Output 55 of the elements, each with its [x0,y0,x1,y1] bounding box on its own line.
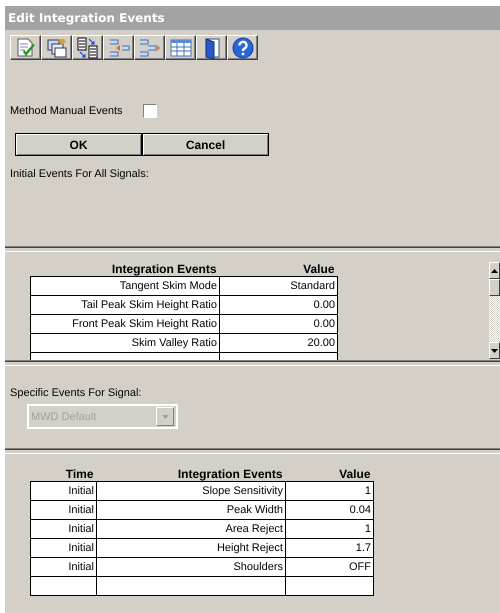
table-cell: 0.00 [220,296,338,314]
table-cell: 1 [286,482,374,500]
toolbar-button[interactable] [196,35,227,60]
table-cell: Slope Sensitivity [96,482,286,500]
grid-icon [170,36,192,58]
table-cell: Height Reject [96,538,286,558]
expand-icon [138,36,160,58]
column-header: Value [286,467,374,482]
table-cell: Shoulders [96,558,286,576]
copy-icon [46,36,68,58]
toolbar-button[interactable] [165,35,196,60]
table-cell: Initial [30,482,96,500]
dropdown-arrow-icon [162,414,168,418]
table-cell: Initial [30,520,96,538]
column-header: Value [220,262,338,276]
table-cell: 0.04 [286,500,374,520]
scroll-down-icon [491,348,498,352]
column-header: Integration Events [30,262,220,276]
help-icon [232,36,254,58]
table-cell: OFF [286,558,374,576]
checkbox[interactable] [142,104,157,118]
toolbar-button[interactable] [103,35,134,60]
column-header: Time [30,467,96,482]
toolbar-button[interactable] [10,35,41,60]
table-cell: Tangent Skim Mode [30,276,220,296]
table-cell: Front Peak Skim Height Ratio [30,314,220,334]
section-label: Initial Events For All Signals: [10,168,150,180]
table-cell: Initial [30,558,96,576]
document-check-icon [14,36,36,58]
table-cell: 1 [286,520,374,538]
table-cell: Peak Width [96,500,286,520]
table-transfer-icon [76,36,98,58]
scroll-up-icon [491,268,498,272]
table-cell: 20.00 [220,334,338,352]
table-cell: Initial [30,500,96,520]
table-cell: Standard [220,276,338,296]
dialog-button[interactable]: Cancel [142,133,269,156]
collapse-icon [108,36,130,58]
table-cell: 1.7 [286,538,374,558]
toolbar-button[interactable] [41,35,72,60]
window-title: Edit Integration Events [5,6,500,30]
dialog-button[interactable]: OK [15,133,142,156]
toolbar-button[interactable] [227,35,258,60]
column-header: Integration Events [96,467,286,482]
scrollbar[interactable] [489,262,500,359]
table-cell: Area Reject [96,520,286,538]
checkbox-label: Method Manual Events [10,105,123,117]
toolbar-button[interactable] [72,35,103,60]
table-cell: Skim Valley Ratio [30,334,220,352]
scroll-thumb[interactable] [489,279,500,296]
table-cell: 0.00 [220,314,338,334]
table-cell: Tail Peak Skim Height Ratio [30,296,220,314]
table-cell: Initial [30,538,96,558]
section-label: Specific Events For Signal: [10,387,142,399]
toolbar-button[interactable] [134,35,165,60]
